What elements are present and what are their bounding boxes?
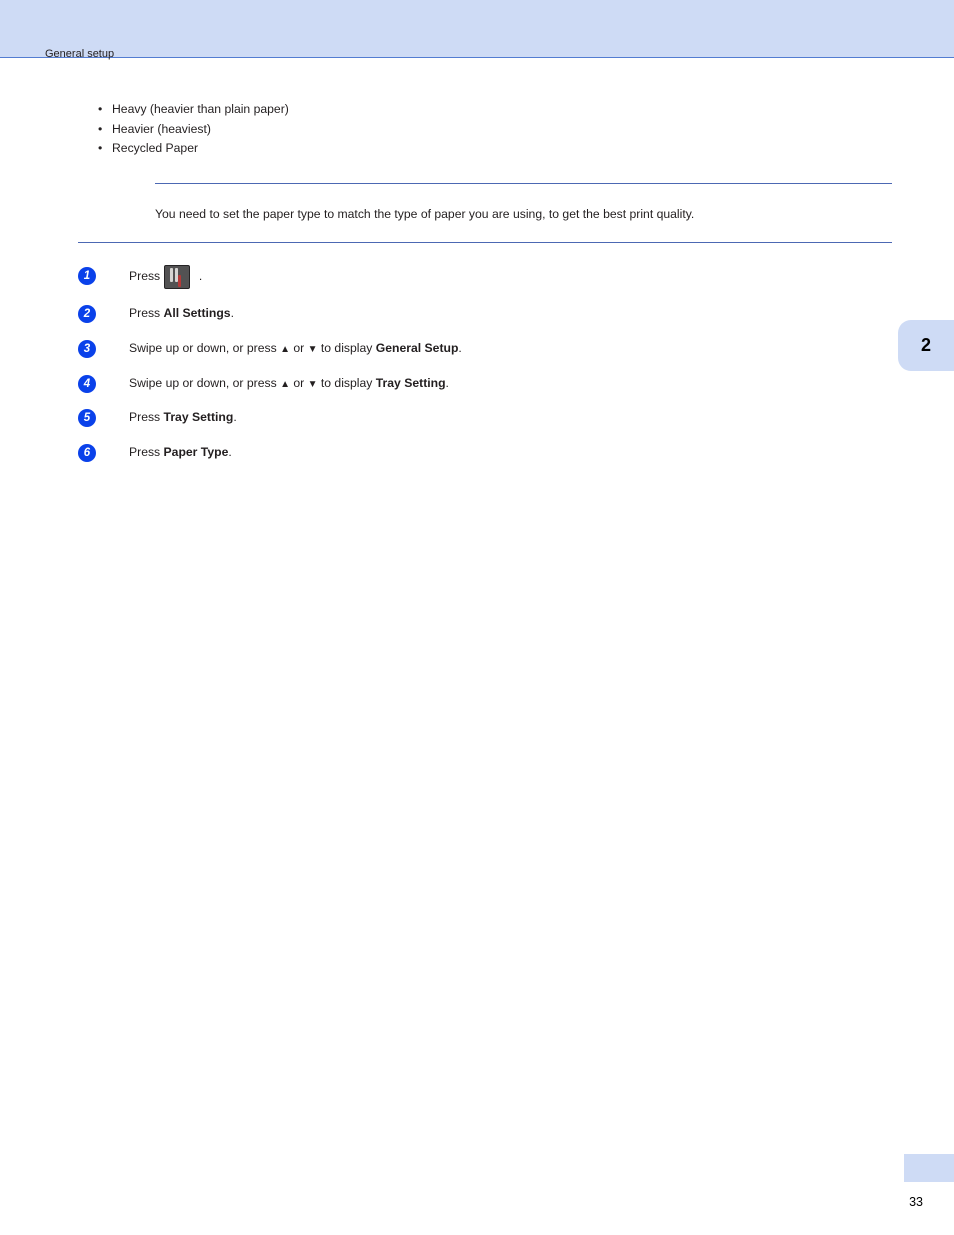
section-tab[interactable]: 2	[898, 320, 954, 371]
step-item: 5 Press Tray Setting.	[78, 407, 892, 428]
step-text-fragment: Press	[129, 270, 164, 284]
page-content: Heavy (heavier than plain paper) Heavier…	[78, 100, 892, 477]
step-text-fragment: .	[233, 410, 236, 424]
step-item: 6 Press Paper Type.	[78, 442, 892, 463]
steps-list: 1 Press . 2 Press All Settings. 3 Swipe …	[78, 265, 892, 463]
step-item: 4 Swipe up or down, or press ▲ or ▼ to d…	[78, 373, 892, 394]
step-item: 1 Press .	[78, 265, 892, 289]
step-item: 2 Press All Settings.	[78, 303, 892, 324]
divider	[155, 183, 892, 184]
step-text-fragment: or	[290, 341, 308, 355]
step-number-badge: 2	[78, 305, 96, 323]
step-text-fragment: Press	[129, 306, 164, 320]
footer-tab	[904, 1154, 954, 1182]
list-item: Heavy (heavier than plain paper)	[98, 100, 892, 120]
list-item: Heavier (heaviest)	[98, 120, 892, 140]
step-text-fragment: Swipe up or down, or press	[129, 341, 280, 355]
step-text: Press Paper Type.	[129, 442, 892, 463]
step-text-bold: All Settings	[164, 306, 231, 320]
step-text-fragment: or	[290, 376, 308, 390]
divider	[78, 242, 892, 243]
step-text-fragment: Press	[129, 445, 164, 459]
down-arrow-icon: ▼	[308, 341, 318, 358]
header-band	[0, 0, 954, 58]
step-number-badge: 6	[78, 444, 96, 462]
page-number: 33	[909, 1195, 923, 1209]
step-text-fragment: Swipe up or down, or press	[129, 376, 280, 390]
up-arrow-icon: ▲	[280, 376, 290, 393]
step-number-badge: 4	[78, 375, 96, 393]
step-number-badge: 5	[78, 409, 96, 427]
step-text-fragment: .	[231, 306, 234, 320]
up-arrow-icon: ▲	[280, 341, 290, 358]
step-text-fragment: .	[458, 341, 461, 355]
step-text-bold: Paper Type	[164, 445, 229, 459]
step-text-fragment: .	[446, 376, 449, 390]
list-item: Recycled Paper	[98, 139, 892, 159]
paper-type-list: Heavy (heavier than plain paper) Heavier…	[98, 100, 892, 159]
step-text-fragment: .	[196, 270, 203, 284]
step-text: Swipe up or down, or press ▲ or ▼ to dis…	[129, 338, 892, 359]
step-item: 3 Swipe up or down, or press ▲ or ▼ to d…	[78, 338, 892, 359]
step-text-fragment: .	[228, 445, 231, 459]
step-text-fragment: to display	[318, 376, 376, 390]
step-text-fragment: Press	[129, 410, 164, 424]
step-text-bold: Tray Setting	[164, 410, 234, 424]
tools-icon	[164, 265, 190, 289]
step-text-fragment: to display	[318, 341, 376, 355]
step-text: Press .	[129, 265, 892, 289]
step-number-badge: 1	[78, 267, 96, 285]
step-text: Press Tray Setting.	[129, 407, 892, 428]
step-text: Swipe up or down, or press ▲ or ▼ to dis…	[129, 373, 892, 394]
intro-paragraph: You need to set the paper type to match …	[155, 204, 892, 225]
down-arrow-icon: ▼	[308, 376, 318, 393]
step-text-bold: Tray Setting	[376, 376, 446, 390]
step-text-bold: General Setup	[376, 341, 459, 355]
step-number-badge: 3	[78, 340, 96, 358]
step-text: Press All Settings.	[129, 303, 892, 324]
header-category: General setup	[45, 48, 114, 60]
